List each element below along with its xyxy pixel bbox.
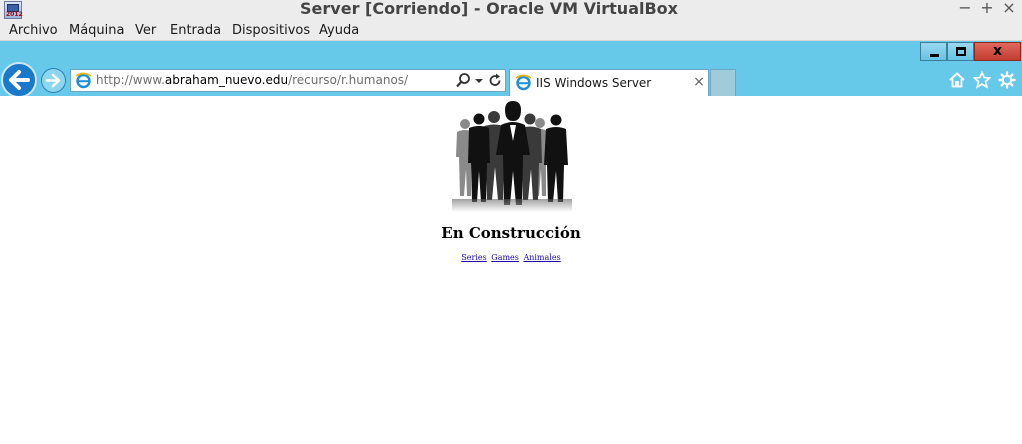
ie-logo-icon (75, 72, 92, 89)
menu-entrada[interactable]: Entrada (170, 22, 221, 39)
tab-iis-windows-server[interactable]: IIS Windows Server × (509, 69, 709, 96)
forward-button[interactable] (41, 68, 66, 93)
ie-toolbar: x http://www.abraham_nuevo.edu/recurso/r… (0, 41, 1022, 98)
dropdown-icon[interactable] (474, 72, 484, 89)
menu-ayuda[interactable]: Ayuda (319, 22, 359, 39)
refresh-icon[interactable] (487, 72, 503, 89)
back-button[interactable] (1, 62, 37, 98)
home-icon[interactable] (948, 71, 966, 89)
menu-dispositivos[interactable]: Dispositivos (232, 22, 310, 39)
nav-links: Series Games Animales (0, 253, 1022, 262)
url-prefix: http://www. (96, 73, 165, 87)
link-series[interactable]: Series (461, 253, 486, 262)
vbox-menu-bar: Archivo Máquina Ver Entrada Dispositivos… (0, 20, 1022, 41)
menu-maquina[interactable]: Máquina (69, 22, 125, 39)
menu-archivo[interactable]: Archivo (9, 22, 58, 39)
vbox-maximize-button[interactable]: + (979, 0, 995, 18)
ie-close-button[interactable]: x (974, 42, 1021, 61)
restore-icon (956, 47, 966, 56)
new-tab-button[interactable] (710, 69, 736, 96)
back-arrow-icon (9, 70, 30, 90)
address-bar[interactable]: http://www.abraham_nuevo.edu/recurso/r.h… (70, 69, 506, 92)
close-icon: x (992, 43, 1003, 59)
tab-close-icon[interactable]: × (692, 75, 706, 89)
link-animales[interactable]: Animales (523, 253, 560, 262)
ie-logo-icon (515, 74, 532, 91)
business-team-silhouette-image (452, 101, 572, 212)
star-icon[interactable] (973, 71, 991, 89)
page-heading: En Construcción (441, 224, 581, 242)
url-path: /recurso/r.humanos/ (288, 73, 409, 87)
page-content: En Construcción Series Games Animales (0, 96, 1022, 444)
gear-icon[interactable] (998, 71, 1016, 89)
ie-restore-button[interactable] (947, 42, 974, 61)
vbox-minimize-button[interactable]: − (957, 0, 973, 18)
tab-title: IIS Windows Server (536, 76, 652, 90)
forward-arrow-icon (45, 73, 61, 88)
menu-ver[interactable]: Ver (135, 22, 156, 39)
link-games[interactable]: Games (491, 253, 519, 262)
vbox-title-bar: 2012 Server [Corriendo] - Oracle VM Virt… (0, 0, 1022, 20)
url-domain: abraham_nuevo.edu (164, 73, 289, 87)
search-icon[interactable] (455, 72, 471, 89)
minimize-icon (930, 54, 939, 57)
window-title: Server [Corriendo] - Oracle VM VirtualBo… (300, 0, 678, 18)
vbox-close-button[interactable]: × (1001, 0, 1017, 18)
ie-minimize-button[interactable] (920, 42, 947, 61)
url-text[interactable]: http://www.abraham_nuevo.edu/recurso/r.h… (96, 70, 408, 91)
